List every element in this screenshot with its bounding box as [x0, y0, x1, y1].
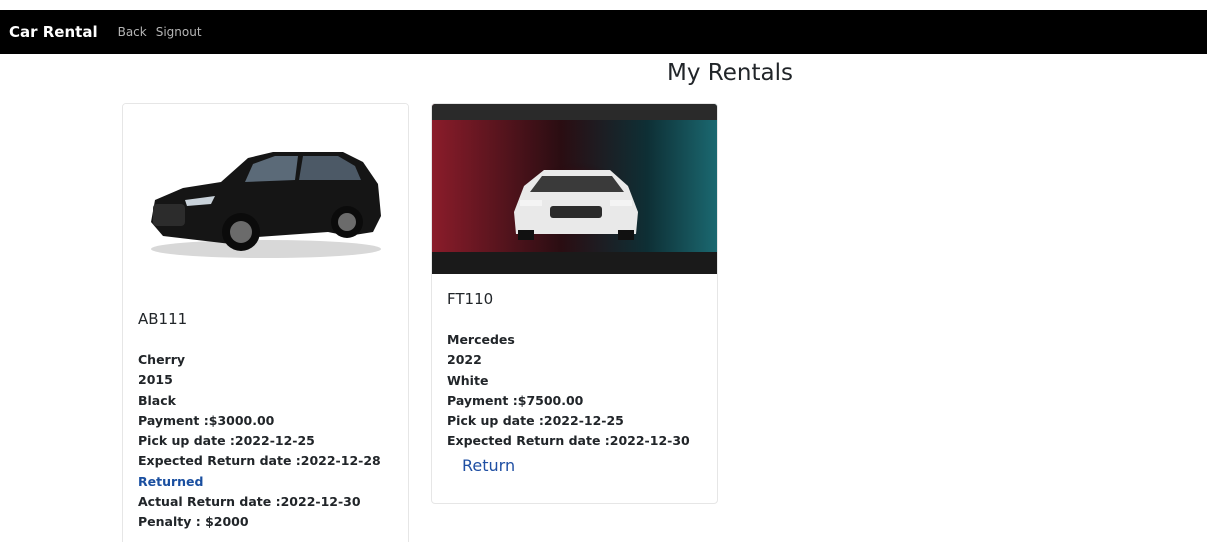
signout-link[interactable]: Signout	[156, 25, 202, 39]
page-title: My Rentals	[667, 60, 793, 86]
back-link[interactable]: Back	[118, 25, 147, 39]
pickup-date: Pick up date :2022-12-25	[138, 433, 315, 449]
car-color: Black	[138, 392, 176, 408]
card-body: FT110 Mercedes 2022 White Payment :$7500…	[447, 290, 690, 475]
car-image-black-suv	[123, 104, 408, 294]
payment-text: Payment :$3000.00	[138, 412, 275, 428]
brand-logo-text[interactable]: Car Rental	[9, 23, 98, 41]
expected-return-date: Expected Return date :2022-12-30	[447, 433, 690, 449]
car-make: Cherry	[138, 352, 186, 367]
top-navbar: Car Rental Back Signout	[0, 10, 1207, 54]
card-body: AB111 Cherry 2015 Black Payment :$3000.0…	[138, 310, 381, 533]
return-button[interactable]: Return	[462, 456, 515, 475]
rental-card: FT110 Mercedes 2022 White Payment :$7500…	[431, 103, 718, 504]
penalty-text: Penalty : $2000	[138, 514, 249, 530]
car-color: White	[447, 372, 489, 388]
page-title-wrap: My Rentals	[0, 60, 1207, 86]
car-plate: AB111	[138, 310, 188, 328]
car-year: 2015	[138, 372, 173, 388]
car-make: Mercedes	[447, 332, 515, 347]
expected-return-date: Expected Return date :2022-12-28	[138, 453, 381, 469]
rental-card: AB111 Cherry 2015 Black Payment :$3000.0…	[122, 103, 409, 542]
car-plate: FT110	[447, 290, 494, 308]
car-image-white-car-garage	[432, 104, 717, 274]
car-year: 2022	[447, 352, 482, 368]
payment-text: Payment :$7500.00	[447, 392, 584, 408]
status-badge: Returned	[138, 473, 204, 489]
pickup-date: Pick up date :2022-12-25	[447, 413, 624, 429]
actual-return-date: Actual Return date :2022-12-30	[138, 494, 361, 510]
